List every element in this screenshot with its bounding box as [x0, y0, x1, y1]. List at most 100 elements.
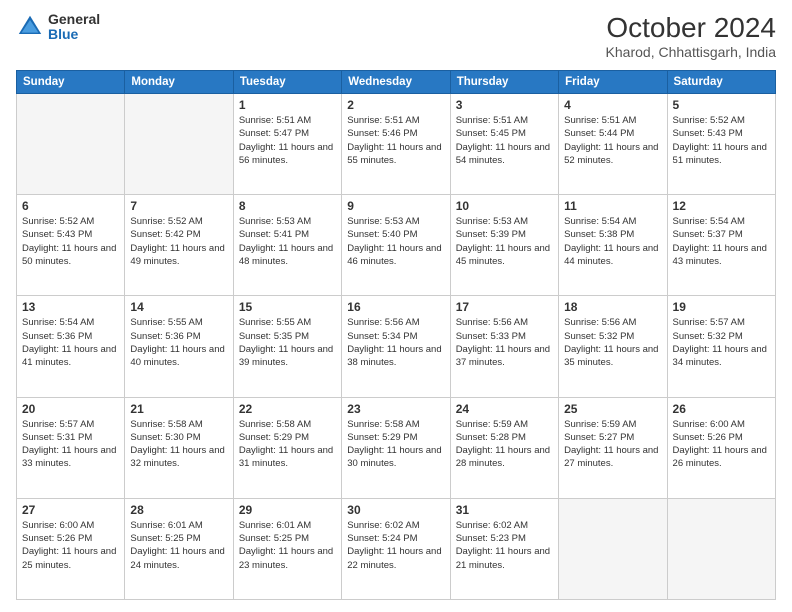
- day-info: Sunrise: 5:58 AM Sunset: 5:29 PM Dayligh…: [239, 418, 336, 471]
- day-info: Sunrise: 5:57 AM Sunset: 5:31 PM Dayligh…: [22, 418, 119, 471]
- day-number: 2: [347, 98, 444, 112]
- day-number: 8: [239, 199, 336, 213]
- day-number: 16: [347, 300, 444, 314]
- logo-blue: Blue: [48, 27, 100, 42]
- calendar-cell: 30Sunrise: 6:02 AM Sunset: 5:24 PM Dayli…: [342, 498, 450, 599]
- day-info: Sunrise: 6:00 AM Sunset: 5:26 PM Dayligh…: [673, 418, 770, 471]
- day-number: 25: [564, 402, 661, 416]
- day-info: Sunrise: 5:57 AM Sunset: 5:32 PM Dayligh…: [673, 316, 770, 369]
- day-info: Sunrise: 5:53 AM Sunset: 5:40 PM Dayligh…: [347, 215, 444, 268]
- calendar-week-4: 27Sunrise: 6:00 AM Sunset: 5:26 PM Dayli…: [17, 498, 776, 599]
- calendar-header-monday: Monday: [125, 71, 233, 94]
- day-number: 18: [564, 300, 661, 314]
- calendar-cell: 9 Sunrise: 5:53 AM Sunset: 5:40 PM Daylig…: [342, 195, 450, 296]
- calendar-cell: 23 Sunrise: 5:58 AM Sunset: 5:29 PM Dayli…: [342, 397, 450, 498]
- month-title: October 2024: [606, 12, 776, 44]
- logo: General Blue: [16, 12, 100, 43]
- calendar-cell: [667, 498, 775, 599]
- calendar-cell: 11 Sunrise: 5:54 AM Sunset: 5:38 PM Dayli…: [559, 195, 667, 296]
- day-number: 20: [22, 402, 119, 416]
- day-number: 6: [22, 199, 119, 213]
- calendar-week-2: 13 Sunrise: 5:54 AM Sunset: 5:36 PM Dayli…: [17, 296, 776, 397]
- calendar-cell: 24 Sunrise: 5:59 AM Sunset: 5:28 PM Dayli…: [450, 397, 558, 498]
- day-number: 24: [456, 402, 553, 416]
- day-info: Sunrise: 5:51 AM Sunset: 5:45 PM Dayligh…: [456, 114, 553, 167]
- day-number: 31: [456, 503, 553, 517]
- calendar-header-friday: Friday: [559, 71, 667, 94]
- day-number: 28: [130, 503, 227, 517]
- day-info: Sunrise: 5:53 AM Sunset: 5:41 PM Dayligh…: [239, 215, 336, 268]
- location: Kharod, Chhattisgarh, India: [606, 44, 776, 60]
- day-info: Sunrise: 5:58 AM Sunset: 5:29 PM Dayligh…: [347, 418, 444, 471]
- calendar-cell: 7Sunrise: 5:52 AM Sunset: 5:42 PM Daylig…: [125, 195, 233, 296]
- day-info: Sunrise: 5:52 AM Sunset: 5:43 PM Dayligh…: [673, 114, 770, 167]
- logo-text: General Blue: [48, 12, 100, 43]
- calendar-cell: [17, 94, 125, 195]
- calendar-header-row: SundayMondayTuesdayWednesdayThursdayFrid…: [17, 71, 776, 94]
- calendar-cell: 13 Sunrise: 5:54 AM Sunset: 5:36 PM Dayli…: [17, 296, 125, 397]
- calendar-cell: 20 Sunrise: 5:57 AM Sunset: 5:31 PM Dayli…: [17, 397, 125, 498]
- day-number: 19: [673, 300, 770, 314]
- day-info: Sunrise: 5:59 AM Sunset: 5:28 PM Dayligh…: [456, 418, 553, 471]
- day-info: Sunrise: 5:56 AM Sunset: 5:33 PM Dayligh…: [456, 316, 553, 369]
- day-info: Sunrise: 5:55 AM Sunset: 5:36 PM Dayligh…: [130, 316, 227, 369]
- day-info: Sunrise: 5:54 AM Sunset: 5:38 PM Dayligh…: [564, 215, 661, 268]
- day-info: Sunrise: 6:02 AM Sunset: 5:23 PM Dayligh…: [456, 519, 553, 572]
- day-number: 5: [673, 98, 770, 112]
- calendar-cell: 4 Sunrise: 5:51 AM Sunset: 5:44 PM Daylig…: [559, 94, 667, 195]
- calendar-week-3: 20 Sunrise: 5:57 AM Sunset: 5:31 PM Dayli…: [17, 397, 776, 498]
- calendar-week-1: 6 Sunrise: 5:52 AM Sunset: 5:43 PM Daylig…: [17, 195, 776, 296]
- day-number: 22: [239, 402, 336, 416]
- calendar-header-wednesday: Wednesday: [342, 71, 450, 94]
- day-number: 26: [673, 402, 770, 416]
- day-number: 10: [456, 199, 553, 213]
- calendar-cell: 2 Sunrise: 5:51 AM Sunset: 5:46 PM Daylig…: [342, 94, 450, 195]
- day-info: Sunrise: 5:54 AM Sunset: 5:36 PM Dayligh…: [22, 316, 119, 369]
- day-number: 15: [239, 300, 336, 314]
- calendar-cell: [559, 498, 667, 599]
- calendar-cell: [125, 94, 233, 195]
- calendar-cell: 5 Sunrise: 5:52 AM Sunset: 5:43 PM Daylig…: [667, 94, 775, 195]
- day-info: Sunrise: 5:54 AM Sunset: 5:37 PM Dayligh…: [673, 215, 770, 268]
- calendar-cell: 16 Sunrise: 5:56 AM Sunset: 5:34 PM Dayli…: [342, 296, 450, 397]
- calendar-cell: 14 Sunrise: 5:55 AM Sunset: 5:36 PM Dayli…: [125, 296, 233, 397]
- day-number: 30: [347, 503, 444, 517]
- calendar-cell: 29Sunrise: 6:01 AM Sunset: 5:25 PM Dayli…: [233, 498, 341, 599]
- day-info: Sunrise: 5:56 AM Sunset: 5:32 PM Dayligh…: [564, 316, 661, 369]
- calendar-cell: 31 Sunrise: 6:02 AM Sunset: 5:23 PM Dayli…: [450, 498, 558, 599]
- day-number: 13: [22, 300, 119, 314]
- calendar-cell: 3Sunrise: 5:51 AM Sunset: 5:45 PM Daylig…: [450, 94, 558, 195]
- day-number: 4: [564, 98, 661, 112]
- day-number: 11: [564, 199, 661, 213]
- day-info: Sunrise: 5:52 AM Sunset: 5:43 PM Dayligh…: [22, 215, 119, 268]
- day-info: Sunrise: 6:01 AM Sunset: 5:25 PM Dayligh…: [130, 519, 227, 572]
- calendar-header-saturday: Saturday: [667, 71, 775, 94]
- day-number: 12: [673, 199, 770, 213]
- calendar-cell: 18 Sunrise: 5:56 AM Sunset: 5:32 PM Dayli…: [559, 296, 667, 397]
- day-number: 23: [347, 402, 444, 416]
- calendar-cell: 26 Sunrise: 6:00 AM Sunset: 5:26 PM Dayli…: [667, 397, 775, 498]
- calendar-header-sunday: Sunday: [17, 71, 125, 94]
- day-info: Sunrise: 5:51 AM Sunset: 5:46 PM Dayligh…: [347, 114, 444, 167]
- calendar-cell: 19 Sunrise: 5:57 AM Sunset: 5:32 PM Dayli…: [667, 296, 775, 397]
- calendar-cell: 27Sunrise: 6:00 AM Sunset: 5:26 PM Dayli…: [17, 498, 125, 599]
- day-number: 1: [239, 98, 336, 112]
- day-number: 21: [130, 402, 227, 416]
- calendar-header-thursday: Thursday: [450, 71, 558, 94]
- day-number: 14: [130, 300, 227, 314]
- day-info: Sunrise: 5:53 AM Sunset: 5:39 PM Dayligh…: [456, 215, 553, 268]
- calendar-table: SundayMondayTuesdayWednesdayThursdayFrid…: [16, 70, 776, 600]
- day-number: 17: [456, 300, 553, 314]
- day-info: Sunrise: 5:56 AM Sunset: 5:34 PM Dayligh…: [347, 316, 444, 369]
- page: General Blue October 2024 Kharod, Chhatt…: [0, 0, 792, 612]
- day-number: 9: [347, 199, 444, 213]
- calendar-cell: 15Sunrise: 5:55 AM Sunset: 5:35 PM Dayli…: [233, 296, 341, 397]
- title-section: October 2024 Kharod, Chhattisgarh, India: [606, 12, 776, 60]
- day-info: Sunrise: 6:00 AM Sunset: 5:26 PM Dayligh…: [22, 519, 119, 572]
- calendar-week-0: 1Sunrise: 5:51 AM Sunset: 5:47 PM Daylig…: [17, 94, 776, 195]
- logo-general: General: [48, 12, 100, 27]
- calendar-cell: 21Sunrise: 5:58 AM Sunset: 5:30 PM Dayli…: [125, 397, 233, 498]
- calendar-cell: 6 Sunrise: 5:52 AM Sunset: 5:43 PM Daylig…: [17, 195, 125, 296]
- day-info: Sunrise: 5:51 AM Sunset: 5:44 PM Dayligh…: [564, 114, 661, 167]
- calendar-header-tuesday: Tuesday: [233, 71, 341, 94]
